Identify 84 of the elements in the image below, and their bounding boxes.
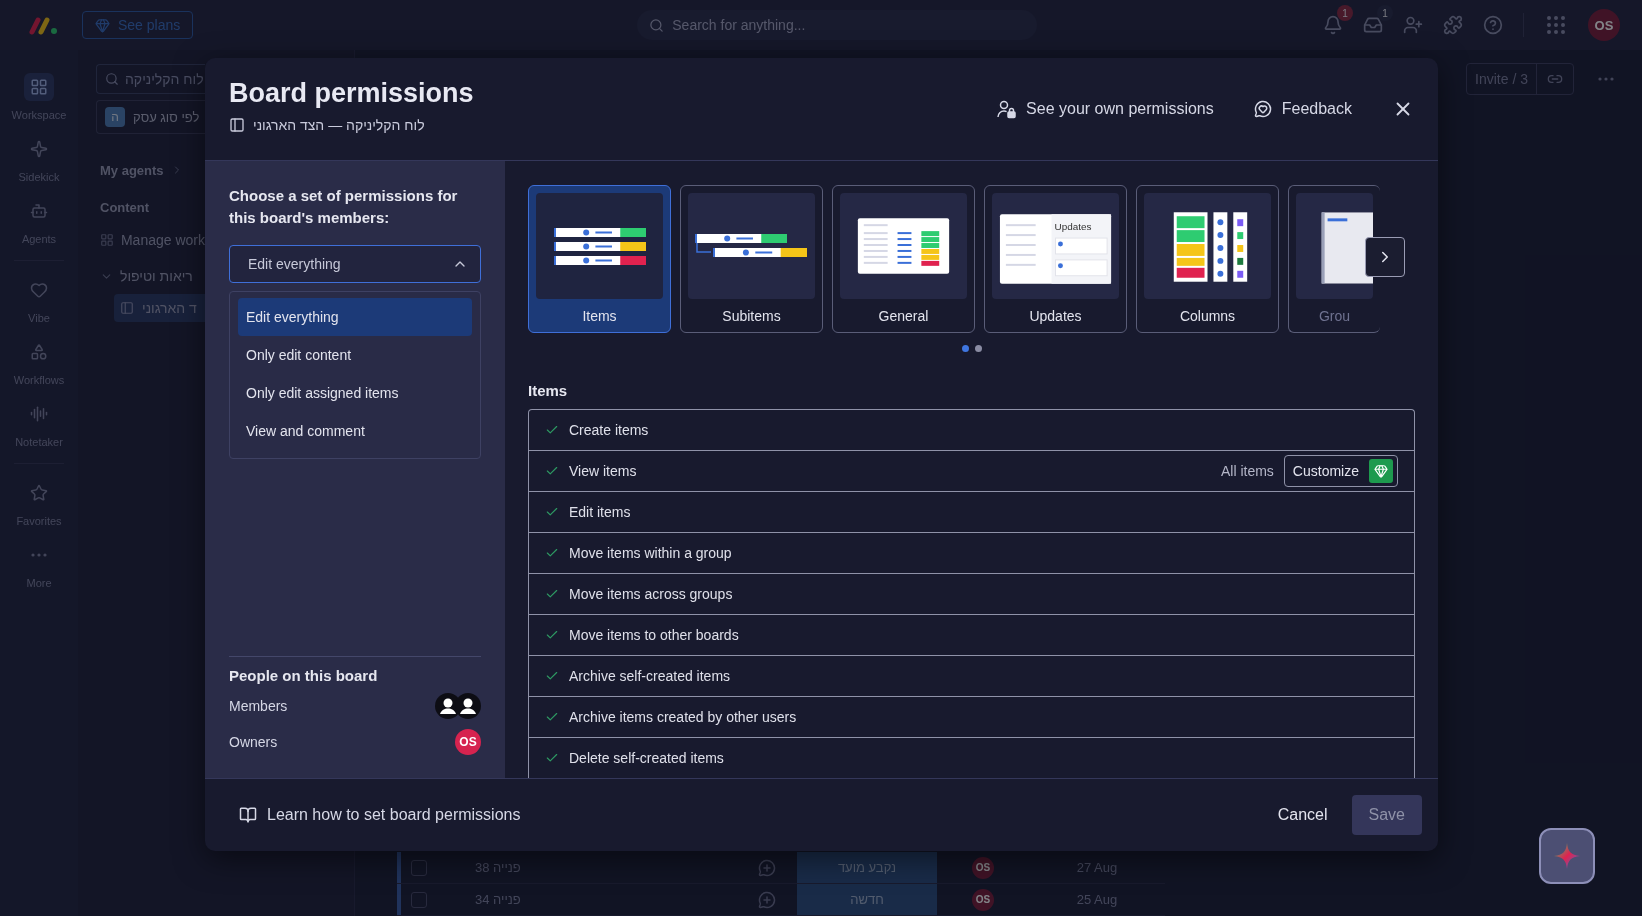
row-checkbox[interactable]: [411, 859, 427, 876]
bell-icon[interactable]: [1323, 15, 1343, 35]
grid-icon: [100, 233, 114, 247]
manage-work-item[interactable]: Manage work: [120, 232, 205, 248]
help-link[interactable]: Learn how to set board permissions: [239, 806, 521, 824]
search-icon: [649, 17, 665, 33]
feedback-icon: [1253, 100, 1272, 118]
category-card[interactable]: Subitems: [680, 185, 823, 333]
category-card[interactable]: Items: [528, 185, 671, 333]
inbox-count: 1: [1377, 5, 1393, 21]
search-field[interactable]: Search for anything...: [637, 10, 1038, 40]
see-plans-button[interactable]: See plans: [82, 11, 194, 39]
section-heading: Items: [528, 382, 569, 399]
puzzle-icon[interactable]: [1443, 15, 1463, 35]
workspace-badge: ה: [105, 107, 125, 127]
row-checkbox[interactable]: [411, 891, 427, 908]
owner-avatar: OS: [972, 856, 994, 879]
next-button[interactable]: [1365, 237, 1405, 277]
book-icon: [239, 806, 257, 824]
people-heading: People on this board: [229, 667, 379, 684]
permission-label: Archive self-created items: [569, 668, 731, 684]
people-label: Members: [229, 698, 288, 714]
permission-label: Archive items created by other users: [569, 709, 797, 725]
category-card[interactable]: General: [832, 185, 975, 333]
permission-label: Edit items: [569, 504, 631, 520]
member-avatar: [455, 693, 481, 719]
sparkle-icon: [30, 140, 48, 158]
diamond-icon: [95, 17, 110, 33]
dialog-title: Board permissions: [229, 78, 474, 109]
own-permissions-link[interactable]: See your own permissions: [996, 99, 1214, 119]
section-heading: Content: [100, 199, 150, 215]
permission-label: View items: [569, 463, 637, 479]
board-icon: [229, 117, 245, 133]
status-cell[interactable]: חדשה: [797, 884, 937, 915]
category-card[interactable]: Columns: [1136, 185, 1279, 333]
star-icon: [30, 484, 48, 502]
apps-grid-icon[interactable]: [1544, 13, 1568, 37]
user-lock-icon: [996, 99, 1017, 119]
more-icon[interactable]: [1598, 77, 1614, 81]
preset-select[interactable]: Edit everything: [229, 245, 481, 283]
workspace-selector[interactable]: ה לפי סוג עסק: [96, 100, 205, 134]
menu-option[interactable]: Only edit content: [238, 336, 472, 374]
heart-icon: [30, 281, 48, 299]
sound-wave-icon: [30, 405, 48, 423]
board-name: לוח הקליניקה — הצד הארגוני: [253, 117, 425, 133]
menu-option[interactable]: View and comment: [238, 412, 472, 450]
menu-option[interactable]: Edit everything: [238, 298, 472, 336]
permission-label: Move items to other boards: [569, 627, 739, 643]
add-update-icon[interactable]: [758, 858, 776, 877]
page-dot[interactable]: [961, 345, 969, 352]
category-card[interactable]: Grou: [1288, 185, 1380, 333]
notification-count: 1: [1337, 5, 1353, 21]
grid-icon: [30, 78, 48, 96]
customize-button[interactable]: Customize: [1283, 455, 1398, 487]
permission-label: Move items within a group: [569, 545, 732, 561]
my-agents-link[interactable]: My agents: [100, 162, 164, 178]
owner-avatar: OS: [455, 729, 481, 755]
folder-item[interactable]: ריאות וטיפול: [120, 268, 193, 284]
permission-scope: All items: [1220, 463, 1274, 479]
help-icon[interactable]: [1483, 15, 1503, 35]
search-icon: [105, 72, 119, 86]
more-icon[interactable]: [31, 553, 47, 557]
category-card[interactable]: Updates Updates: [984, 185, 1127, 333]
board-icon: [120, 301, 134, 315]
people-label: Owners: [229, 734, 278, 750]
owner-avatar: OS: [972, 888, 994, 911]
menu-option[interactable]: Only edit assigned items: [238, 374, 472, 412]
sidekick-button[interactable]: [1539, 828, 1595, 884]
permission-label: Create items: [569, 422, 649, 438]
shapes-icon: [30, 343, 48, 361]
page-dot[interactable]: [974, 345, 982, 352]
invite-user-icon[interactable]: [1403, 15, 1423, 35]
diamond-icon: [1374, 464, 1388, 478]
robot-icon: [30, 202, 48, 220]
feedback-link[interactable]: Feedback: [1253, 100, 1352, 118]
cancel-button[interactable]: Cancel: [1253, 795, 1352, 835]
inbox-icon[interactable]: [1363, 15, 1383, 35]
workspace-search-field[interactable]: לוח הקליניקה: [96, 64, 205, 94]
user-avatar[interactable]: OS: [1588, 9, 1620, 41]
logo-icon[interactable]: [28, 14, 60, 36]
permission-label: Delete self-created items: [569, 750, 724, 766]
add-update-icon[interactable]: [758, 890, 776, 909]
permission-label: Move items across groups: [569, 586, 733, 602]
preset-prompt: Choose a set of permissions for this board's members:: [229, 186, 459, 228]
